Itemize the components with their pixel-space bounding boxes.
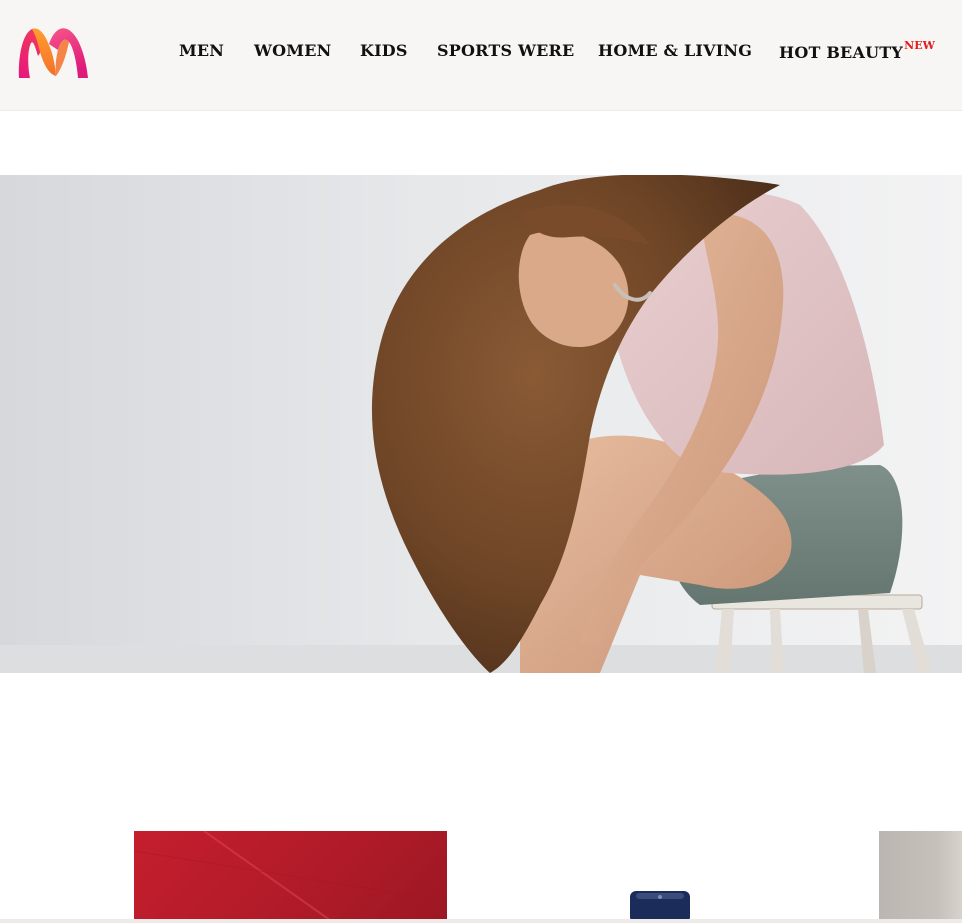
page-bottom-strip xyxy=(0,919,962,923)
category-tiles xyxy=(0,831,962,923)
new-badge: NEW xyxy=(904,39,935,52)
nav-link-sports[interactable]: SPORTS WERE xyxy=(437,41,574,60)
nav-link-beauty-label: HOT BEAUTY xyxy=(779,43,903,62)
tile-product-bottle[interactable] xyxy=(600,831,730,923)
nav-link-kids[interactable]: KIDS xyxy=(360,41,408,60)
nav-link-beauty[interactable]: HOT BEAUTY NEW xyxy=(779,39,935,62)
hero-model-image xyxy=(0,175,962,673)
nav-link-men[interactable]: MEN xyxy=(179,41,224,60)
myntra-logo-icon[interactable] xyxy=(16,26,90,80)
nav-link-women[interactable]: WOMEN xyxy=(254,41,331,60)
top-navbar: MEN WOMEN KIDS SPORTS WERE HOME & LIVING… xyxy=(0,0,962,111)
tile-red-promo[interactable] xyxy=(134,831,447,923)
hero-banner[interactable] xyxy=(0,175,962,673)
tile-grey-promo[interactable] xyxy=(879,831,962,923)
nav-link-home-living[interactable]: HOME & LIVING xyxy=(598,41,752,60)
